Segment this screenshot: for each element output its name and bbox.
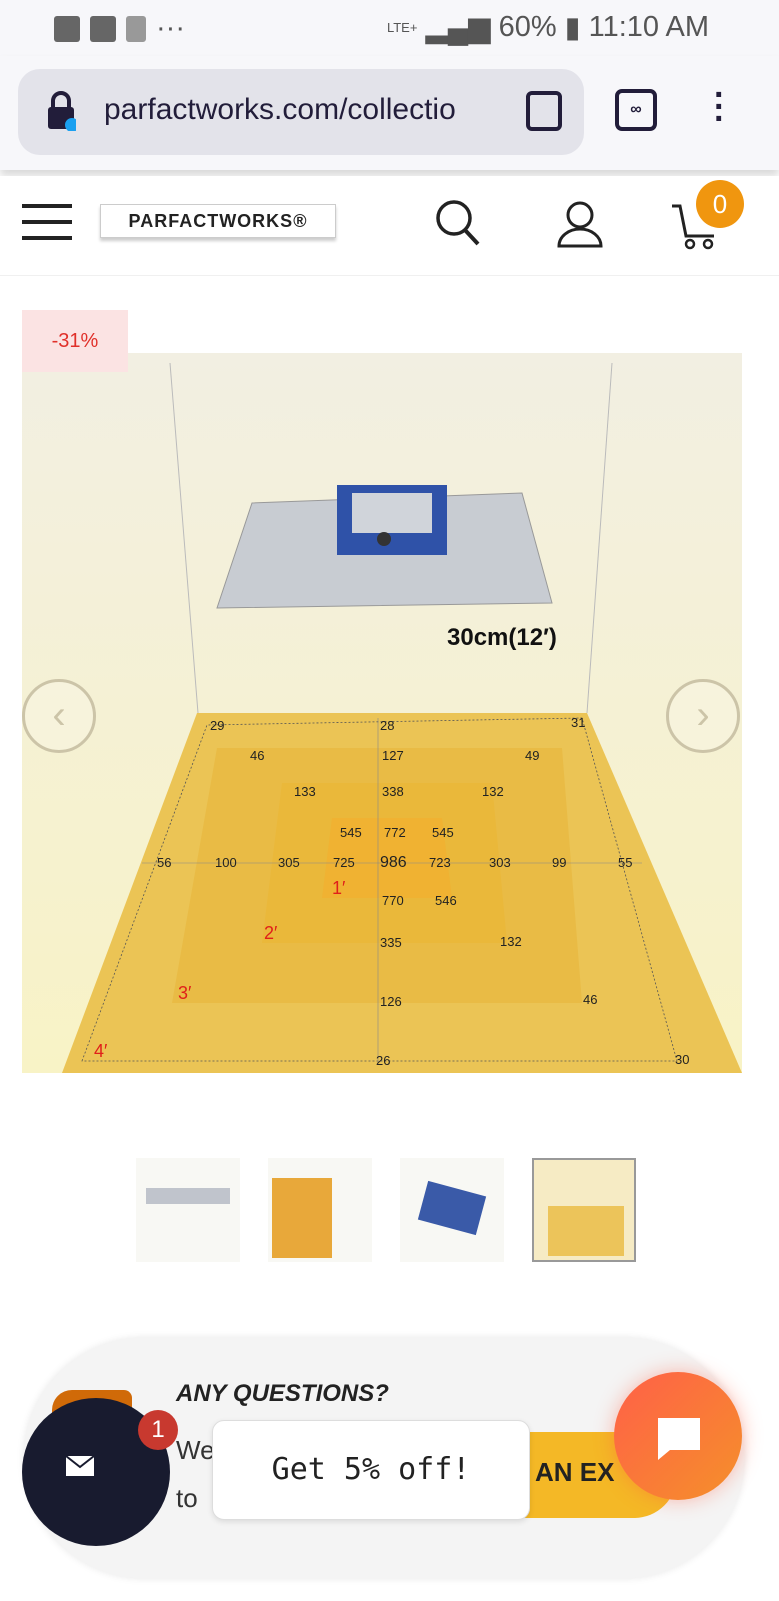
- distance-label: 4′: [94, 1041, 108, 1061]
- ppfd-value: 335: [380, 935, 402, 950]
- chat-title: ANY QUESTIONS?: [176, 1380, 389, 1407]
- chat-text-2: to: [176, 1483, 198, 1513]
- ppfd-value: 26: [376, 1053, 390, 1068]
- ppfd-value: 28: [380, 718, 394, 733]
- site-header: PARFACTWORKS®: [0, 176, 779, 276]
- ppfd-value: 56: [157, 855, 171, 870]
- search-icon[interactable]: [434, 198, 480, 248]
- distance-label: 3′: [178, 983, 192, 1003]
- discount-badge: -31%: [22, 310, 128, 372]
- more-notifications: ···: [156, 12, 185, 44]
- ppfd-value: 305: [278, 855, 300, 870]
- ppfd-value: 46: [250, 748, 264, 763]
- ppfd-value: 545: [432, 825, 454, 840]
- url-text[interactable]: parfactworks.com/collectio: [104, 93, 529, 127]
- cart-count-badge: 0: [696, 180, 744, 228]
- ppfd-value: 770: [382, 893, 404, 908]
- thumbnail-2[interactable]: [268, 1158, 372, 1262]
- discount-popup[interactable]: Get 5% off!: [212, 1420, 530, 1520]
- reader-mode-icon[interactable]: [526, 91, 562, 131]
- status-bar: ··· LTE+ ▂▄▆ 60% ▮ 11:10 AM: [0, 0, 779, 56]
- address-bar[interactable]: parfactworks.com/collectio: [18, 69, 584, 155]
- battery-icon: ▮: [564, 12, 581, 44]
- ppfd-value: 772: [384, 825, 406, 840]
- next-image-button[interactable]: ›: [666, 679, 740, 753]
- ppfd-value: 133: [294, 784, 316, 799]
- ppfd-value: 725: [333, 855, 355, 870]
- ppfd-value: 55: [618, 855, 632, 870]
- shop-icon: [90, 15, 116, 42]
- tabs-button[interactable]: ∞: [615, 89, 657, 131]
- ppfd-value: 986: [380, 854, 407, 871]
- ppfd-value: 546: [435, 893, 457, 908]
- ppfd-value: 99: [552, 855, 566, 870]
- golf-icon: [126, 15, 146, 42]
- battery-level: 60%: [498, 11, 557, 43]
- thumbnail-1[interactable]: [136, 1158, 240, 1262]
- notification-badge: 1: [138, 1410, 178, 1450]
- thumbnail-4[interactable]: [532, 1158, 636, 1262]
- user-icon[interactable]: [556, 200, 604, 248]
- ppfd-value: 31: [571, 715, 585, 730]
- ppfd-value: 545: [340, 825, 362, 840]
- prev-image-button[interactable]: ‹: [22, 679, 96, 753]
- thumbnail-3[interactable]: [400, 1158, 504, 1262]
- menu-icon[interactable]: [22, 204, 72, 240]
- distance-label: 2′: [264, 923, 278, 943]
- ppfd-value: 49: [525, 748, 539, 763]
- browser-toolbar: parfactworks.com/collectio ∞ · · ·: [0, 56, 779, 170]
- menu-dots-icon[interactable]: · · ·: [714, 78, 725, 136]
- chat-button[interactable]: [614, 1372, 742, 1500]
- ppfd-value: 30: [675, 1052, 689, 1067]
- ppfd-value: 132: [482, 784, 504, 799]
- height-label: 30cm(12′): [447, 624, 557, 651]
- ppfd-value: 29: [210, 718, 224, 733]
- ppfd-value: 46: [583, 992, 597, 1007]
- grow-light-fixture: [216, 485, 553, 609]
- clock: 11:10 AM: [588, 11, 709, 43]
- chat-bubble-icon: [658, 1418, 700, 1460]
- distance-label: 1′: [332, 878, 346, 898]
- ppfd-value: 338: [382, 784, 404, 799]
- product-image[interactable]: 30cm(12′) 29 28 31 46 127 49 133 338 132 545 772 54…: [22, 353, 742, 1073]
- ppfd-value: 132: [500, 934, 522, 949]
- thumbnail-strip: [136, 1158, 636, 1262]
- ppfd-value: 723: [429, 855, 451, 870]
- network-type: LTE+: [386, 20, 418, 35]
- ppfd-value: 303: [489, 855, 511, 870]
- signal-icon: ▂▄▆: [425, 12, 491, 44]
- ppfd-value: 100: [215, 855, 237, 870]
- ppfd-value: 126: [380, 994, 402, 1009]
- ppfd-value: 127: [382, 748, 404, 763]
- logo[interactable]: PARFACTWORKS®: [100, 204, 336, 238]
- gallery-icon: [54, 15, 80, 42]
- lock-icon: [48, 91, 76, 131]
- chat-text-1: We: [176, 1435, 215, 1465]
